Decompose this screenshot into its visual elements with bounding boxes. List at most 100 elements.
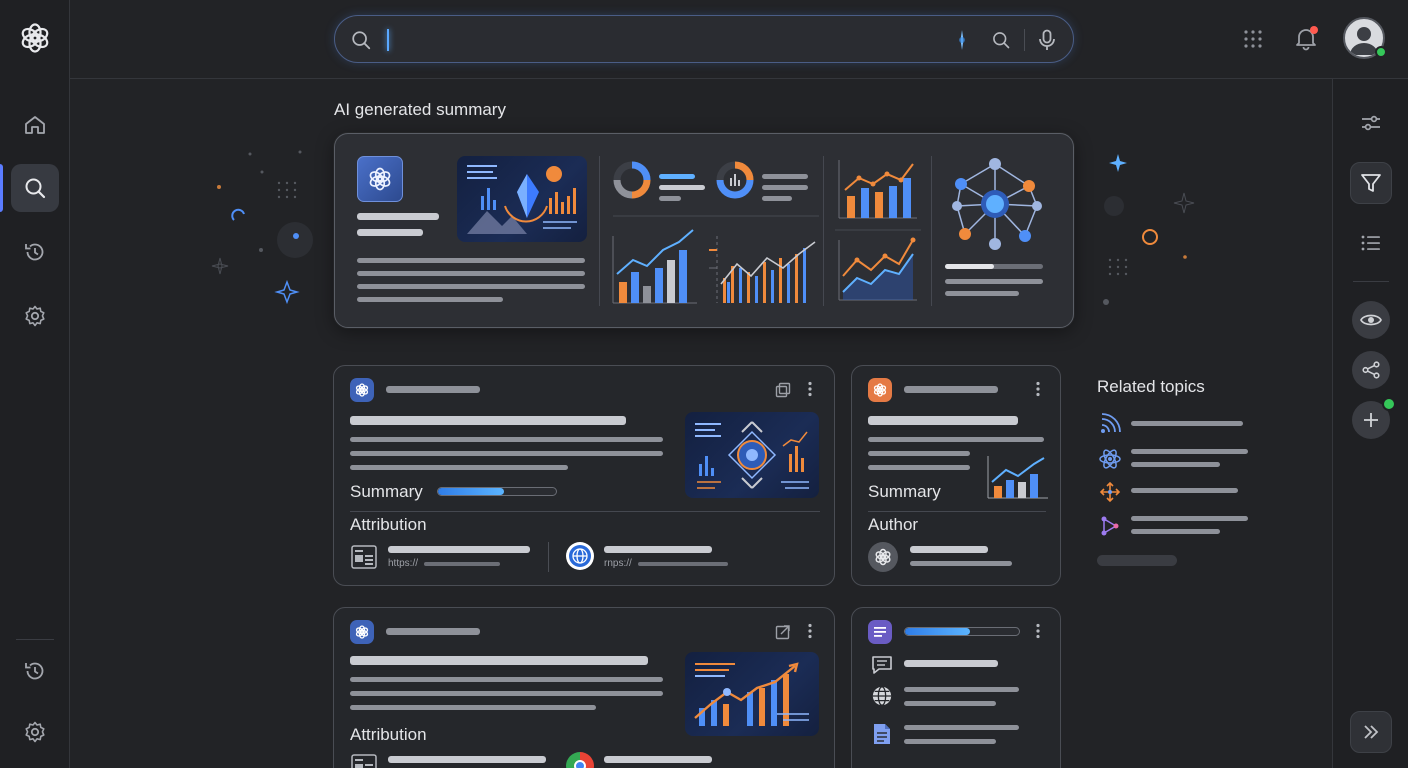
analytics-thumbnail: [457, 156, 587, 242]
status-dot: [1382, 397, 1396, 411]
divider: [1353, 281, 1389, 282]
divider: [931, 156, 932, 306]
progress-bar: [945, 264, 1043, 269]
network-graph: [952, 158, 1042, 250]
text-placeholder: [357, 297, 503, 302]
text-placeholder: [868, 465, 970, 470]
chat-logo-icon: [350, 378, 374, 402]
chat-logo-icon: [350, 620, 374, 644]
notes-icon: [868, 620, 892, 644]
text-placeholder: [350, 677, 663, 682]
globe-icon[interactable]: [566, 542, 594, 570]
decorative-sparkles-left: [211, 150, 313, 305]
eye-icon[interactable]: [1352, 301, 1390, 339]
link-title-placeholder: [388, 546, 530, 553]
text-placeholder: [357, 271, 585, 276]
topic-placeholder[interactable]: [1131, 516, 1248, 521]
topic-placeholder[interactable]: [1131, 421, 1243, 426]
microphone-icon[interactable]: [1035, 28, 1059, 52]
topic-placeholder[interactable]: [1131, 449, 1248, 454]
attribution-label: Attribution: [350, 725, 427, 744]
bell-icon[interactable]: [1292, 24, 1320, 52]
apps-grid-icon[interactable]: [1241, 27, 1265, 51]
gear-icon[interactable]: [11, 292, 59, 340]
chat-bubble-icon[interactable]: [870, 654, 894, 676]
text-placeholder: [904, 687, 1019, 692]
divider: [823, 156, 824, 306]
document-source-icon[interactable]: [350, 753, 378, 768]
link-title-placeholder: [388, 756, 546, 763]
list-icon[interactable]: [1350, 222, 1392, 264]
text-cursor: [387, 29, 389, 51]
search-icon[interactable]: [989, 28, 1013, 52]
author-name-placeholder: [910, 546, 988, 553]
browser-icon[interactable]: [566, 752, 594, 768]
topic-placeholder: [1131, 529, 1220, 534]
result-card[interactable]: [851, 607, 1061, 768]
search-input[interactable]: [387, 26, 927, 54]
result-card[interactable]: Attribution: [333, 607, 835, 768]
text-placeholder: [945, 291, 1019, 296]
result-card[interactable]: Summary Author: [851, 365, 1061, 586]
search-bar[interactable]: [334, 15, 1074, 63]
result-card[interactable]: Summary Attribution https:// rnps://: [333, 365, 835, 586]
graph-icon[interactable]: [1098, 514, 1122, 538]
search-icon: [349, 28, 373, 52]
gear-icon[interactable]: [11, 708, 59, 756]
link-title-placeholder: [604, 756, 712, 763]
more-options-icon[interactable]: [804, 623, 816, 639]
more-options-icon[interactable]: [804, 381, 816, 397]
search-icon[interactable]: [11, 164, 59, 212]
show-more-button[interactable]: [1097, 555, 1177, 566]
chevrons-right-icon[interactable]: [1350, 711, 1392, 753]
filter-icon[interactable]: [1350, 162, 1392, 204]
analytics-thumbnail: [685, 412, 819, 498]
right-sidebar: [1332, 79, 1408, 768]
text-placeholder: [424, 562, 500, 566]
text-placeholder: [868, 437, 1044, 442]
summary-label: Summary: [868, 482, 941, 501]
left-sidebar: [0, 0, 70, 768]
link-url[interactable]: rnps://: [604, 558, 632, 569]
sliders-icon[interactable]: [1350, 102, 1392, 144]
logo-icon[interactable]: [11, 14, 59, 62]
text-placeholder: [386, 628, 480, 635]
text-placeholder: [638, 562, 728, 566]
history-icon[interactable]: [11, 647, 59, 695]
text-placeholder: [868, 451, 970, 456]
text-placeholder: [357, 284, 585, 289]
related-topics-title: Related topics: [1097, 377, 1205, 396]
active-indicator: [0, 164, 3, 212]
divider: [350, 511, 820, 512]
more-options-icon[interactable]: [1032, 381, 1044, 397]
feed-icon[interactable]: [1098, 413, 1122, 435]
separator: [548, 542, 549, 572]
atom-icon[interactable]: [1098, 447, 1122, 471]
open-external-icon[interactable]: [773, 622, 793, 642]
text-placeholder: [357, 213, 439, 220]
topic-placeholder[interactable]: [1131, 488, 1238, 493]
mini-charts: [835, 160, 921, 301]
more-options-icon[interactable]: [1032, 623, 1044, 639]
globe-icon[interactable]: [870, 684, 894, 708]
link-title-placeholder: [604, 546, 712, 553]
history-icon[interactable]: [11, 228, 59, 276]
text-placeholder: [904, 660, 998, 667]
divider: [16, 639, 54, 640]
ai-summary-card[interactable]: [334, 133, 1074, 328]
author-avatar[interactable]: [868, 542, 898, 572]
open-external-icon[interactable]: [773, 380, 793, 400]
move-icon[interactable]: [1098, 481, 1122, 503]
text-placeholder: [386, 386, 480, 393]
text-placeholder: [904, 701, 996, 706]
sparkle-cursor-icon[interactable]: [951, 28, 973, 52]
text-placeholder: [904, 386, 998, 393]
document-icon[interactable]: [870, 721, 894, 747]
home-icon[interactable]: [11, 101, 59, 149]
link-url[interactable]: https://: [388, 558, 418, 569]
text-placeholder: [350, 691, 663, 696]
divider: [868, 511, 1046, 512]
document-source-icon[interactable]: [350, 544, 378, 570]
share-icon[interactable]: [1352, 351, 1390, 389]
text-placeholder: [357, 229, 423, 236]
